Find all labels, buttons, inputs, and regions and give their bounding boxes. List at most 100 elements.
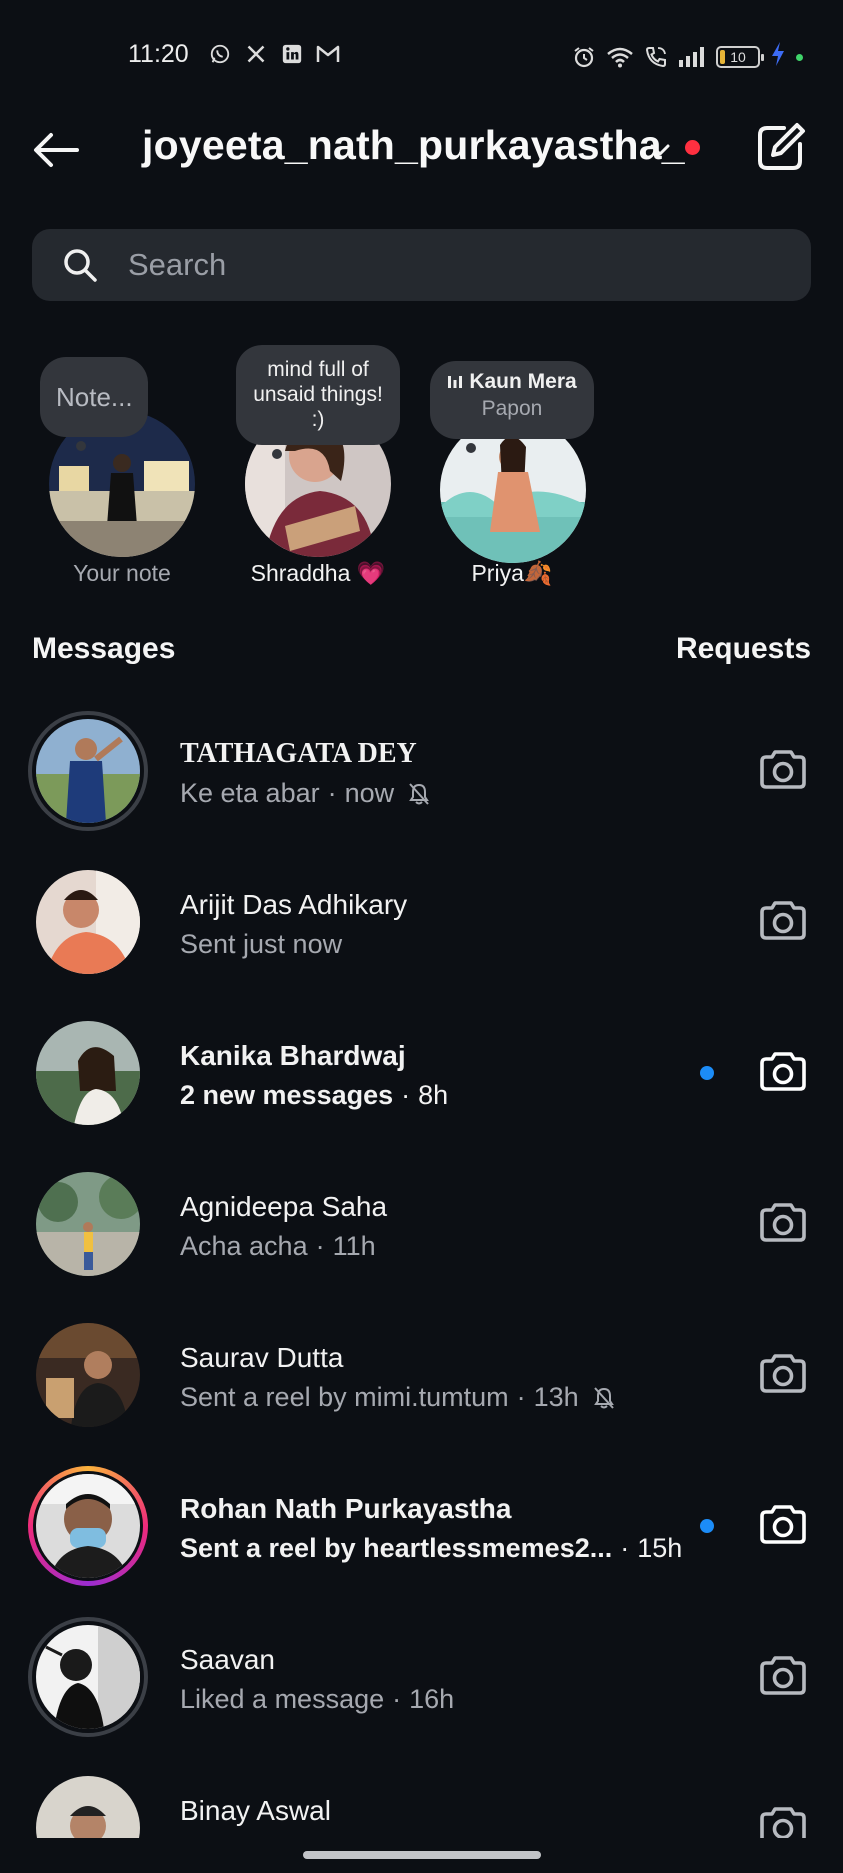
- note-item-your-note[interactable]: Note... Your note: [22, 345, 222, 595]
- camera-button[interactable]: [758, 1499, 808, 1549]
- thread-name: Rohan Nath Purkayastha: [180, 1493, 512, 1524]
- note-bubble[interactable]: Note...: [40, 357, 148, 451]
- thread-subtitle: Sent just now: [180, 929, 342, 960]
- note-item-shraddha[interactable]: mind full of unsaid things! :) Shraddha …: [218, 345, 418, 595]
- thread-name: TATHAGATA DEY: [180, 738, 417, 769]
- search-icon: [64, 249, 97, 282]
- thread-name: Saurav Dutta: [180, 1342, 344, 1373]
- status-system-icons: 10: [572, 42, 803, 72]
- thread-preview: 2 new messages: [180, 1080, 394, 1110]
- camera-button[interactable]: [758, 1197, 808, 1247]
- signal-icon: [678, 46, 706, 68]
- muted-bell-icon: [406, 781, 432, 807]
- notification-dot: [685, 140, 700, 155]
- thread-name: Arijit Das Adhikary: [180, 889, 408, 920]
- separator-dot: ·: [392, 1684, 402, 1714]
- thread-subtitle: Ke eta abar · now: [180, 778, 432, 809]
- camera-button[interactable]: [758, 1650, 808, 1700]
- thread-preview: Liked a message: [180, 1684, 385, 1714]
- status-time: 11:20: [128, 40, 189, 68]
- gmail-icon: [316, 42, 340, 66]
- thread-subtitle: 2 new messages · 8h: [180, 1080, 448, 1111]
- thread-row[interactable]: Kanika Bhardwaj 2 new messages · 8h: [0, 1002, 843, 1154]
- avatar[interactable]: [36, 1474, 140, 1578]
- note-item-priya[interactable]: Kaun Mera Papon Priya🍂: [412, 345, 612, 595]
- note-bubble[interactable]: mind full of unsaid things! :): [236, 345, 400, 459]
- camera-button[interactable]: [758, 895, 808, 945]
- battery-level: 10: [730, 49, 746, 65]
- thread-time: 8h: [418, 1080, 449, 1110]
- search-input[interactable]: [128, 247, 728, 283]
- search-bar[interactable]: [32, 229, 811, 301]
- note-label: Your note: [73, 560, 171, 586]
- avatar[interactable]: [36, 1625, 140, 1729]
- whatsapp-icon: [208, 42, 232, 66]
- thread-time: 11h: [332, 1231, 376, 1261]
- muted-bell-icon: [591, 1385, 617, 1411]
- thread-row[interactable]: Arijit Das Adhikary Sent just now: [0, 851, 843, 1003]
- status-bar: 11:20 10: [0, 0, 843, 110]
- thread-preview: Sent a reel by heartlessmemes2...: [180, 1533, 613, 1563]
- requests-link[interactable]: Requests: [676, 632, 811, 666]
- notes-row: Note... Your note mind full of unsaid th…: [0, 345, 843, 595]
- note-music-bubble[interactable]: Kaun Mera Papon: [430, 361, 594, 453]
- camera-button[interactable]: [758, 1046, 808, 1096]
- thread-name: Agnideepa Saha: [180, 1191, 388, 1222]
- chevron-down-icon[interactable]: [646, 136, 674, 164]
- music-title: Kaun Mera: [469, 370, 577, 393]
- thread-time: 13h: [533, 1382, 579, 1412]
- separator-dot: ·: [327, 778, 337, 808]
- thread-subtitle: Acha acha · 11h: [180, 1231, 376, 1262]
- messages-heading: Messages: [32, 632, 176, 665]
- thread-row[interactable]: Saurav Dutta Sent a reel by mimi.tumtum · 1…: [0, 1304, 843, 1456]
- avatar[interactable]: [36, 719, 140, 823]
- header: joyeeta_nath_purkayastha_: [0, 100, 843, 196]
- unread-indicator: [700, 1066, 714, 1080]
- charging-icon: [770, 42, 786, 72]
- thread-preview: Sent just now: [180, 929, 343, 959]
- thread-row[interactable]: TATHAGATA DEY Ke eta abar · now: [0, 700, 843, 852]
- avatar[interactable]: [36, 1172, 140, 1276]
- camera-icon: [760, 1505, 806, 1544]
- thread-row[interactable]: Rohan Nath Purkayastha Sent a reel by hea…: [0, 1455, 843, 1607]
- thread-preview: Acha acha: [180, 1231, 308, 1261]
- home-indicator[interactable]: [303, 1851, 541, 1859]
- messages-section-header: Messages Requests: [32, 632, 811, 672]
- separator-dot: ·: [516, 1382, 526, 1412]
- camera-icon: [760, 750, 806, 789]
- new-message-button[interactable]: [754, 120, 808, 174]
- thread-time: 16h: [409, 1684, 455, 1714]
- note-label: Priya🍂: [471, 560, 553, 586]
- music-artist: Papon: [481, 397, 543, 420]
- avatar[interactable]: [36, 870, 140, 974]
- music-bars-icon: [448, 375, 463, 388]
- thread-row[interactable]: Agnideepa Saha Acha acha · 11h: [0, 1153, 843, 1305]
- battery-icon: 10: [716, 46, 764, 68]
- compose-icon: [758, 123, 805, 170]
- separator-dot: ·: [620, 1533, 630, 1563]
- avatar[interactable]: [36, 1021, 140, 1125]
- thread-subtitle: Sent a reel by mimi.tumtum · 13h: [180, 1382, 617, 1413]
- thread-time: now: [344, 778, 395, 808]
- camera-button[interactable]: [758, 744, 808, 794]
- unread-indicator: [700, 1519, 714, 1533]
- arrow-left-icon: [34, 133, 79, 167]
- avatar[interactable]: [36, 1323, 140, 1427]
- camera-button[interactable]: [758, 1348, 808, 1398]
- wifi-icon: [606, 46, 634, 68]
- linkedin-icon: [280, 42, 304, 66]
- thread-subtitle: Sent a reel by heartlessmemes2... · 15h: [180, 1533, 682, 1564]
- separator-dot: ·: [401, 1080, 411, 1110]
- thread-name: Kanika Bhardwaj: [180, 1040, 406, 1071]
- account-switcher-title[interactable]: joyeeta_nath_purkayastha_: [142, 122, 685, 169]
- back-button[interactable]: [28, 122, 84, 178]
- thread-subtitle: Liked a message · 16h: [180, 1684, 454, 1715]
- separator-dot: ·: [315, 1231, 325, 1261]
- camera-icon: [760, 1203, 806, 1242]
- camera-icon: [760, 1052, 806, 1091]
- camera-icon: [760, 1656, 806, 1695]
- camera-icon: [760, 1354, 806, 1393]
- x-icon: [244, 42, 268, 66]
- thread-row[interactable]: Saavan Liked a message · 16h: [0, 1606, 843, 1758]
- thread-preview: Sent a reel by mimi.tumtum: [180, 1382, 509, 1412]
